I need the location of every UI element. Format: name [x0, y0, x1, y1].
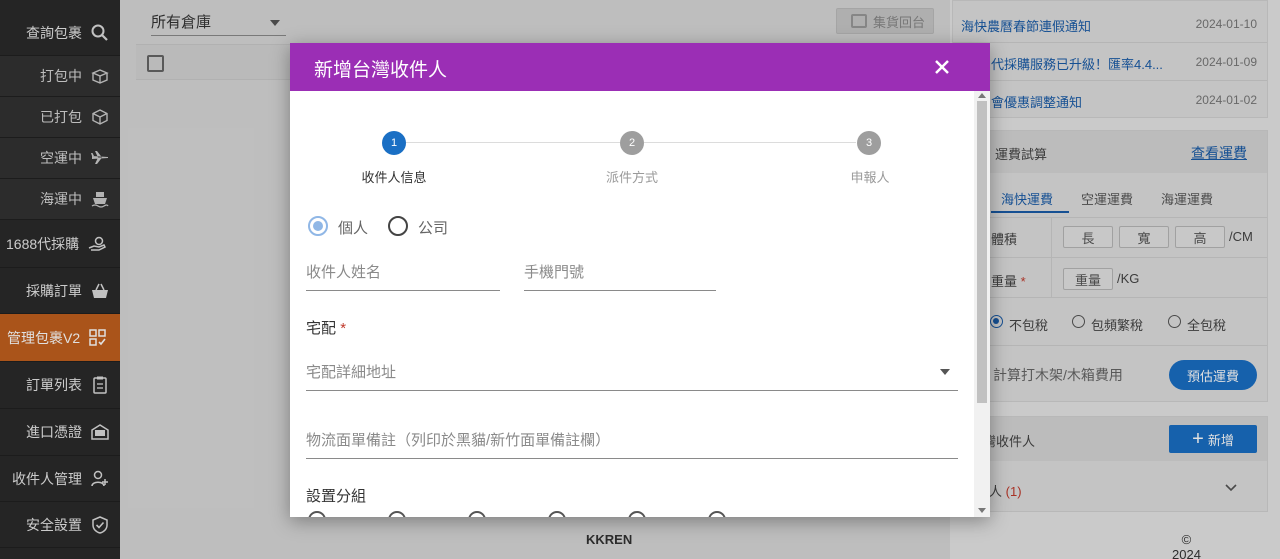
group-radio[interactable] [308, 511, 326, 517]
step-1-indicator: 1 [382, 131, 406, 155]
delivery-address-select[interactable]: 宅配詳細地址 [306, 361, 958, 391]
group-radio[interactable] [388, 511, 406, 517]
dialog-title: 新增台灣收件人 [314, 60, 448, 81]
type-radio-individual[interactable] [308, 216, 328, 236]
scrollbar-thumb[interactable] [977, 101, 987, 403]
recipient-name-input[interactable]: 收件人姓名 [306, 261, 500, 291]
type-option-label: 公司 [418, 220, 449, 237]
group-radio[interactable] [708, 511, 726, 517]
group-radio[interactable] [628, 511, 646, 517]
scroll-up-icon[interactable] [978, 93, 986, 98]
group-label: 設置分組 [306, 488, 367, 505]
waybill-remark-input[interactable]: 物流面單備註（列印於黑貓/新竹面單備註欄） [306, 429, 958, 459]
step-connector [644, 142, 856, 143]
group-radio[interactable] [548, 511, 566, 517]
dialog-header: 新增台灣收件人 [290, 43, 990, 91]
delivery-label: 宅配 * [306, 320, 347, 337]
group-radio[interactable] [468, 511, 486, 517]
chevron-down-icon [940, 369, 950, 375]
mobile-phone-input[interactable]: 手機門號 [524, 261, 716, 291]
dialog-scrollbar[interactable] [974, 91, 990, 517]
dialog-body: 1 2 3 收件人信息 派件方式 申報人 個人 公司 收件人姓名 手機門號 宅配… [290, 91, 974, 517]
type-radio-company[interactable] [388, 216, 408, 236]
step-connector [406, 142, 620, 143]
step-1-label: 收件人信息 [361, 170, 427, 185]
add-recipient-dialog: 新增台灣收件人 1 2 3 收件人信息 派件方式 申報人 個人 公司 收件人姓名… [290, 43, 990, 517]
step-2-label: 派件方式 [605, 170, 658, 185]
type-option-label: 個人 [338, 220, 369, 237]
step-2-indicator: 2 [620, 131, 644, 155]
scroll-down-icon[interactable] [978, 508, 986, 513]
step-3-indicator: 3 [857, 131, 881, 155]
close-icon[interactable] [930, 55, 954, 79]
step-3-label: 申報人 [850, 170, 890, 185]
